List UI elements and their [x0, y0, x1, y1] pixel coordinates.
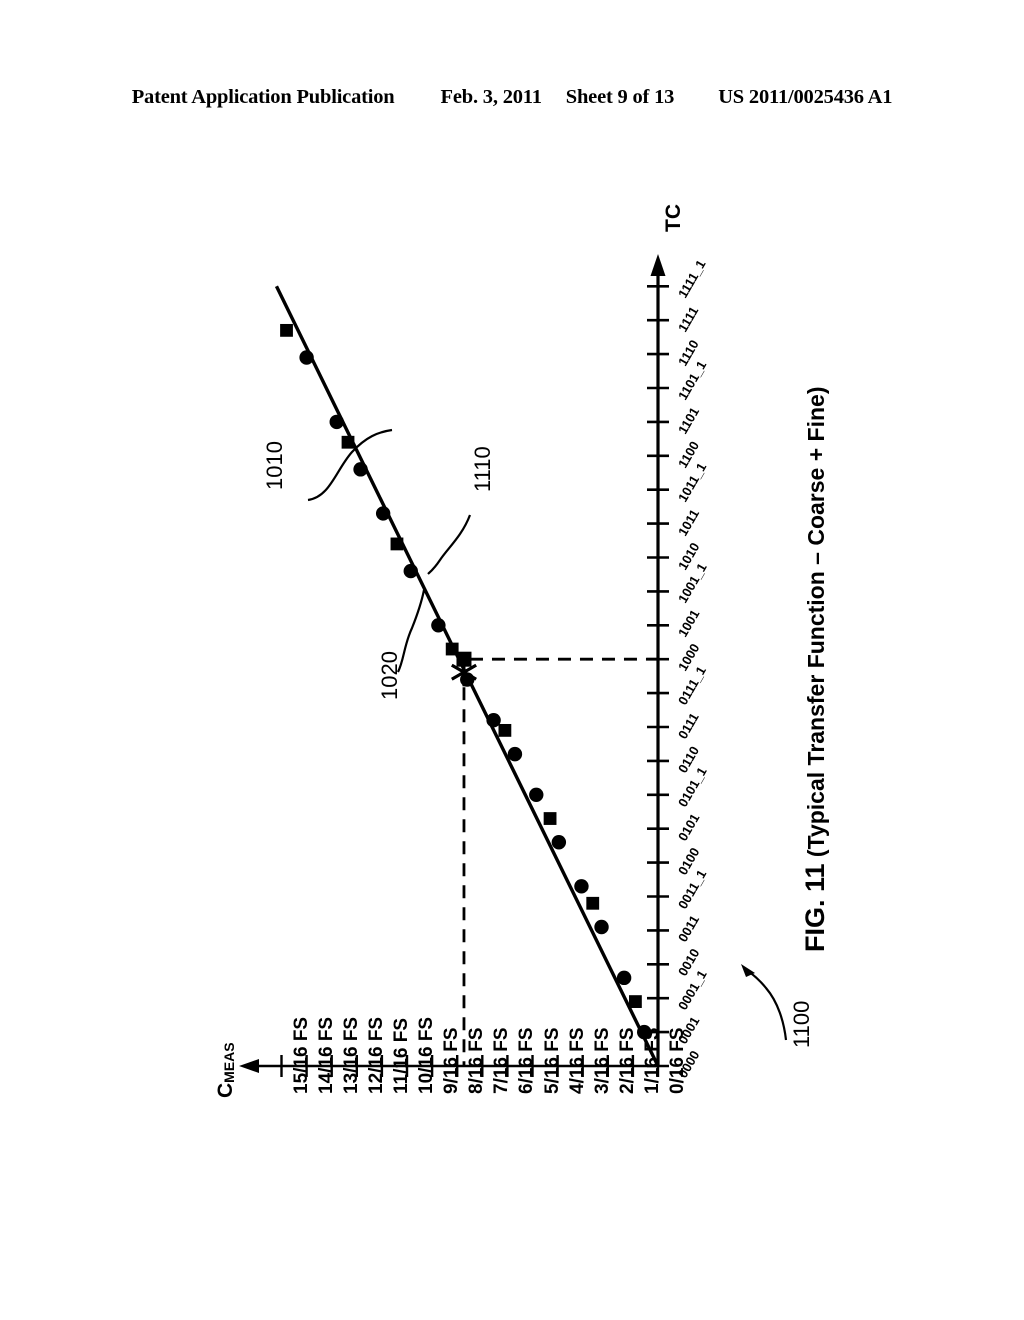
cmeas-tick-label: 13/16 FS — [340, 1016, 362, 1094]
data-point-square — [280, 323, 293, 337]
cmeas-tick-label: 8/16 FS — [466, 1027, 488, 1094]
reference-numeral-1110: 1110 — [470, 446, 495, 492]
data-point-square — [390, 537, 404, 551]
data-point-circle — [431, 618, 446, 633]
cmeas-axis-arrow — [239, 1059, 259, 1073]
cmeas-tick-label: 1/16 FS — [641, 1027, 663, 1094]
figure-caption: FIG. 11 (Typical Transfer Function – Coa… — [800, 387, 831, 952]
data-point-square — [543, 812, 557, 825]
reference-numeral-1020: 1020 — [377, 651, 402, 700]
leader-1100 — [747, 970, 788, 1041]
figure-caption-text: (Typical Transfer Function – Coarse + Fi… — [803, 386, 829, 858]
cmeas-tick-label: 12/16 FS — [365, 1016, 387, 1094]
cmeas-tick-label: 6/16 FS — [516, 1027, 538, 1094]
data-point-square — [586, 896, 600, 910]
data-point-circle — [594, 919, 609, 935]
leader-1110 — [427, 514, 472, 575]
data-point-circle — [329, 414, 344, 430]
plot-geometry — [239, 254, 788, 1077]
cmeas-tick-label: 10/16 FS — [416, 1016, 437, 1094]
tc-axis-arrow — [650, 254, 666, 276]
cmeas-tick-label: 11/16 FS — [390, 1017, 412, 1094]
cmeas-tick-label: 15/16 FS — [290, 1016, 312, 1094]
data-point-circle — [353, 462, 368, 477]
cmeas-tick-label: 14/16 FS — [315, 1016, 337, 1094]
reference-numeral-1100: 1100 — [789, 1000, 814, 1048]
data-point-circle — [551, 835, 567, 850]
data-point-circle — [299, 350, 314, 365]
data-point-circle — [507, 746, 523, 762]
data-point-square — [498, 723, 512, 737]
reference-numeral-1010: 1010 — [262, 441, 287, 490]
cmeas-tick-label: 3/16 FS — [591, 1027, 613, 1094]
transfer-function-plot — [239, 254, 788, 1077]
data-point-square — [629, 995, 642, 1008]
data-point-circle — [529, 787, 544, 802]
cmeas-tick-label: 7/16 FS — [491, 1027, 513, 1094]
data-point-circle — [375, 506, 391, 521]
cmeas-tick-label: 9/16 FS — [441, 1027, 463, 1094]
figure-caption-number: FIG. 11 — [800, 863, 830, 952]
data-point-circle — [574, 879, 589, 894]
figure-drawing: TC CMEAS 1010 1110 1020 1100 FIG. 11 (Ty… — [0, 0, 1024, 1320]
cmeas-tick-label: 0/16 FS — [667, 1027, 688, 1094]
axis-label-tc: TC — [662, 204, 685, 232]
cmeas-tick-label: 5/16 FS — [541, 1027, 563, 1094]
data-point-circle — [616, 970, 632, 986]
data-point-square — [341, 435, 355, 449]
axis-label-cmeas: CMEAS — [214, 1042, 237, 1098]
cmeas-tick-label: 4/16 FS — [566, 1027, 588, 1094]
cmeas-tick-label: 2/16 FS — [616, 1027, 638, 1094]
data-point-circle — [403, 563, 418, 579]
